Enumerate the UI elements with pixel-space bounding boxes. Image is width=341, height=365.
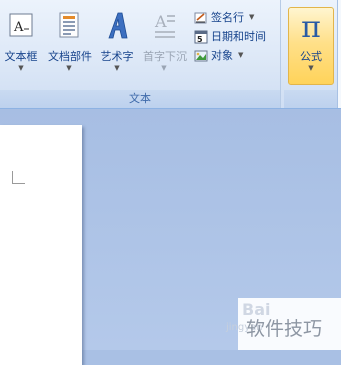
chevron-down-icon: ▼ <box>161 64 167 72</box>
watermark: Bai jingyan 软件技巧 <box>226 298 341 350</box>
formula-label: 公式 <box>300 50 322 63</box>
quick-parts-icon <box>55 10 83 42</box>
svg-text:A: A <box>154 12 167 31</box>
document-page[interactable] <box>0 125 82 365</box>
page-margin-corner <box>12 171 25 184</box>
chevron-down-icon: ▼ <box>249 13 255 21</box>
svg-text:5: 5 <box>197 35 203 44</box>
object-button[interactable]: 对象 ▼ <box>194 47 266 64</box>
text-group: A 文本框 ▼ 文档部件 ▼ 艺术字 ▼ A 首字下沉 ▼ 签名行 ▼ 5 日期… <box>0 0 281 108</box>
quick-parts-button[interactable]: 文档部件 ▼ <box>48 6 92 76</box>
drop-cap-label: 首字下沉 <box>143 50 187 63</box>
symbols-group: π 公式 ▼ <box>284 0 341 108</box>
chevron-down-icon: ▼ <box>238 51 244 59</box>
text-box-button[interactable]: A 文本框 ▼ <box>0 6 42 76</box>
signature-line-label: 签名行 <box>211 11 244 24</box>
watermark-text: 软件技巧 <box>246 318 323 340</box>
wordart-icon <box>103 10 131 42</box>
drop-cap-button[interactable]: A 首字下沉 ▼ <box>143 6 187 76</box>
text-group-small-buttons: 签名行 ▼ 5 日期和时间 对象 ▼ <box>194 9 266 66</box>
text-group-label: 文本 <box>0 90 280 108</box>
chevron-down-icon: ▼ <box>114 64 120 72</box>
text-box-icon: A <box>7 10 35 42</box>
formula-button[interactable]: π 公式 ▼ <box>288 7 334 85</box>
text-box-label: 文本框 <box>4 50 38 63</box>
pi-icon: π <box>301 10 321 45</box>
symbols-group-label-bar <box>284 90 341 108</box>
signature-line-button[interactable]: 签名行 ▼ <box>194 9 266 26</box>
ribbon-edge <box>337 0 341 108</box>
object-label: 对象 <box>211 49 233 62</box>
object-icon <box>194 49 208 63</box>
drop-cap-icon: A <box>150 10 178 42</box>
wordart-label: 艺术字 <box>100 50 134 63</box>
date-time-button[interactable]: 5 日期和时间 <box>194 28 266 45</box>
svg-text:A: A <box>13 20 24 35</box>
ribbon: A 文本框 ▼ 文档部件 ▼ 艺术字 ▼ A 首字下沉 ▼ 签名行 ▼ 5 日期… <box>0 0 341 109</box>
wordart-button[interactable]: 艺术字 ▼ <box>96 6 138 76</box>
date-time-icon: 5 <box>194 30 208 44</box>
chevron-down-icon: ▼ <box>66 64 72 72</box>
signature-line-icon <box>194 11 208 25</box>
chevron-down-icon: ▼ <box>18 64 24 72</box>
date-time-label: 日期和时间 <box>211 30 266 43</box>
quick-parts-label: 文档部件 <box>48 50 92 63</box>
chevron-down-icon: ▼ <box>308 64 314 72</box>
